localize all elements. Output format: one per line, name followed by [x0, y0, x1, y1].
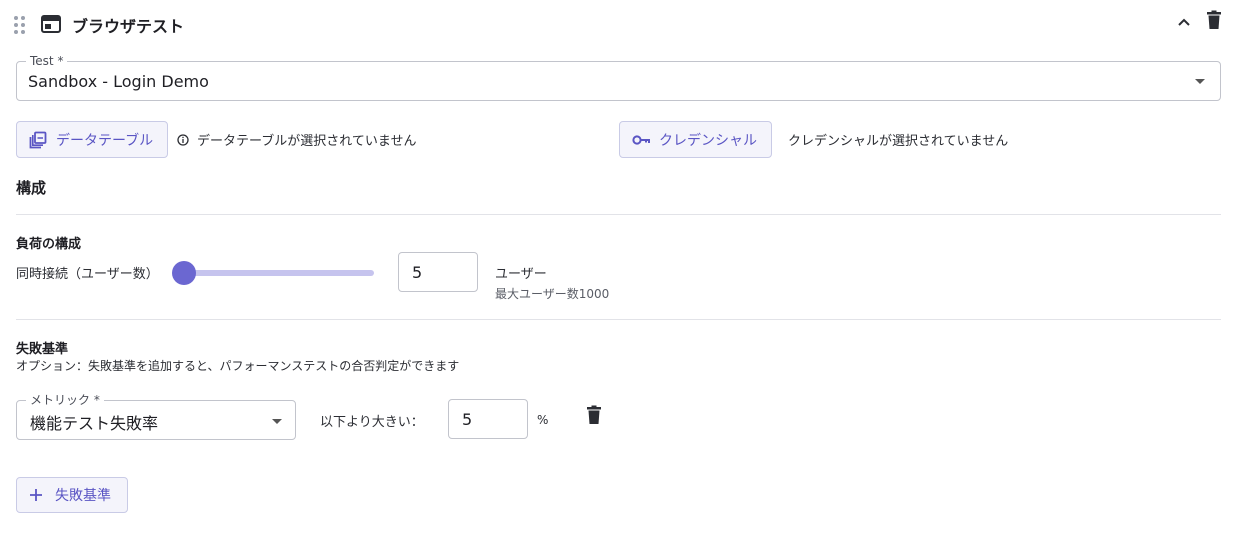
concurrency-label: 同時接続（ユーザー数） [16, 267, 159, 282]
users-slider-thumb[interactable] [171, 261, 196, 285]
section-title: ブラウザテスト [72, 17, 185, 36]
credential-status: クレデンシャルが選択されていません [788, 134, 1009, 149]
users-input-value: 5 [412, 262, 423, 282]
info-icon [177, 134, 189, 146]
drag-handle-icon[interactable] [14, 16, 26, 34]
data-table-button-label: データテーブル [56, 132, 154, 149]
chevron-down-icon [1195, 79, 1205, 84]
metric-select[interactable]: メトリック * 機能テスト失敗率 [16, 393, 296, 440]
plus-icon [30, 489, 42, 501]
threshold-unit: % [537, 413, 549, 427]
test-select[interactable]: Test * Sandbox - Login Demo [16, 54, 1221, 101]
delete-criterion-icon[interactable] [585, 405, 603, 425]
config-heading: 構成 [16, 179, 47, 197]
chevron-down-icon [272, 419, 282, 424]
threshold-input-value: 5 [462, 409, 473, 429]
threshold-input[interactable]: 5 [448, 399, 528, 439]
data-table-button[interactable]: データテーブル [16, 121, 168, 158]
credential-button-label: クレデンシャル [659, 132, 757, 149]
key-icon [632, 134, 650, 145]
failure-heading: 失敗基準 [16, 342, 69, 357]
add-failure-criterion-label: 失敗基準 [55, 488, 111, 504]
metric-select-label: メトリック * [26, 393, 104, 407]
test-select-label: Test * [26, 54, 68, 68]
browser-window-icon [41, 15, 61, 33]
comparison-label: 以下より大きい： [320, 415, 424, 430]
metric-select-value: 機能テスト失敗率 [30, 414, 159, 433]
failure-description: オプション：失敗基準を追加すると、パフォーマンステストの合否判定ができます [16, 359, 460, 373]
data-table-status: データテーブルが選択されていません [197, 134, 417, 149]
data-table-icon [29, 131, 47, 148]
delete-section-icon[interactable] [1205, 10, 1223, 30]
chevron-up-icon[interactable] [1174, 12, 1194, 32]
max-users-note: 最大ユーザー数1000 [495, 287, 610, 301]
browser-test-panel: ブラウザテスト Test * Sandbox - Login Demo データテ… [0, 0, 1233, 535]
add-failure-criterion-button[interactable]: 失敗基準 [16, 477, 128, 513]
load-config-heading: 負荷の構成 [16, 237, 82, 252]
credential-button[interactable]: クレデンシャル [619, 121, 772, 158]
users-input[interactable]: 5 [398, 252, 478, 292]
users-unit: ユーザー [495, 267, 547, 282]
divider [16, 319, 1221, 320]
test-select-value: Sandbox - Login Demo [28, 72, 209, 91]
divider [16, 214, 1221, 215]
users-slider-track[interactable] [183, 270, 374, 276]
